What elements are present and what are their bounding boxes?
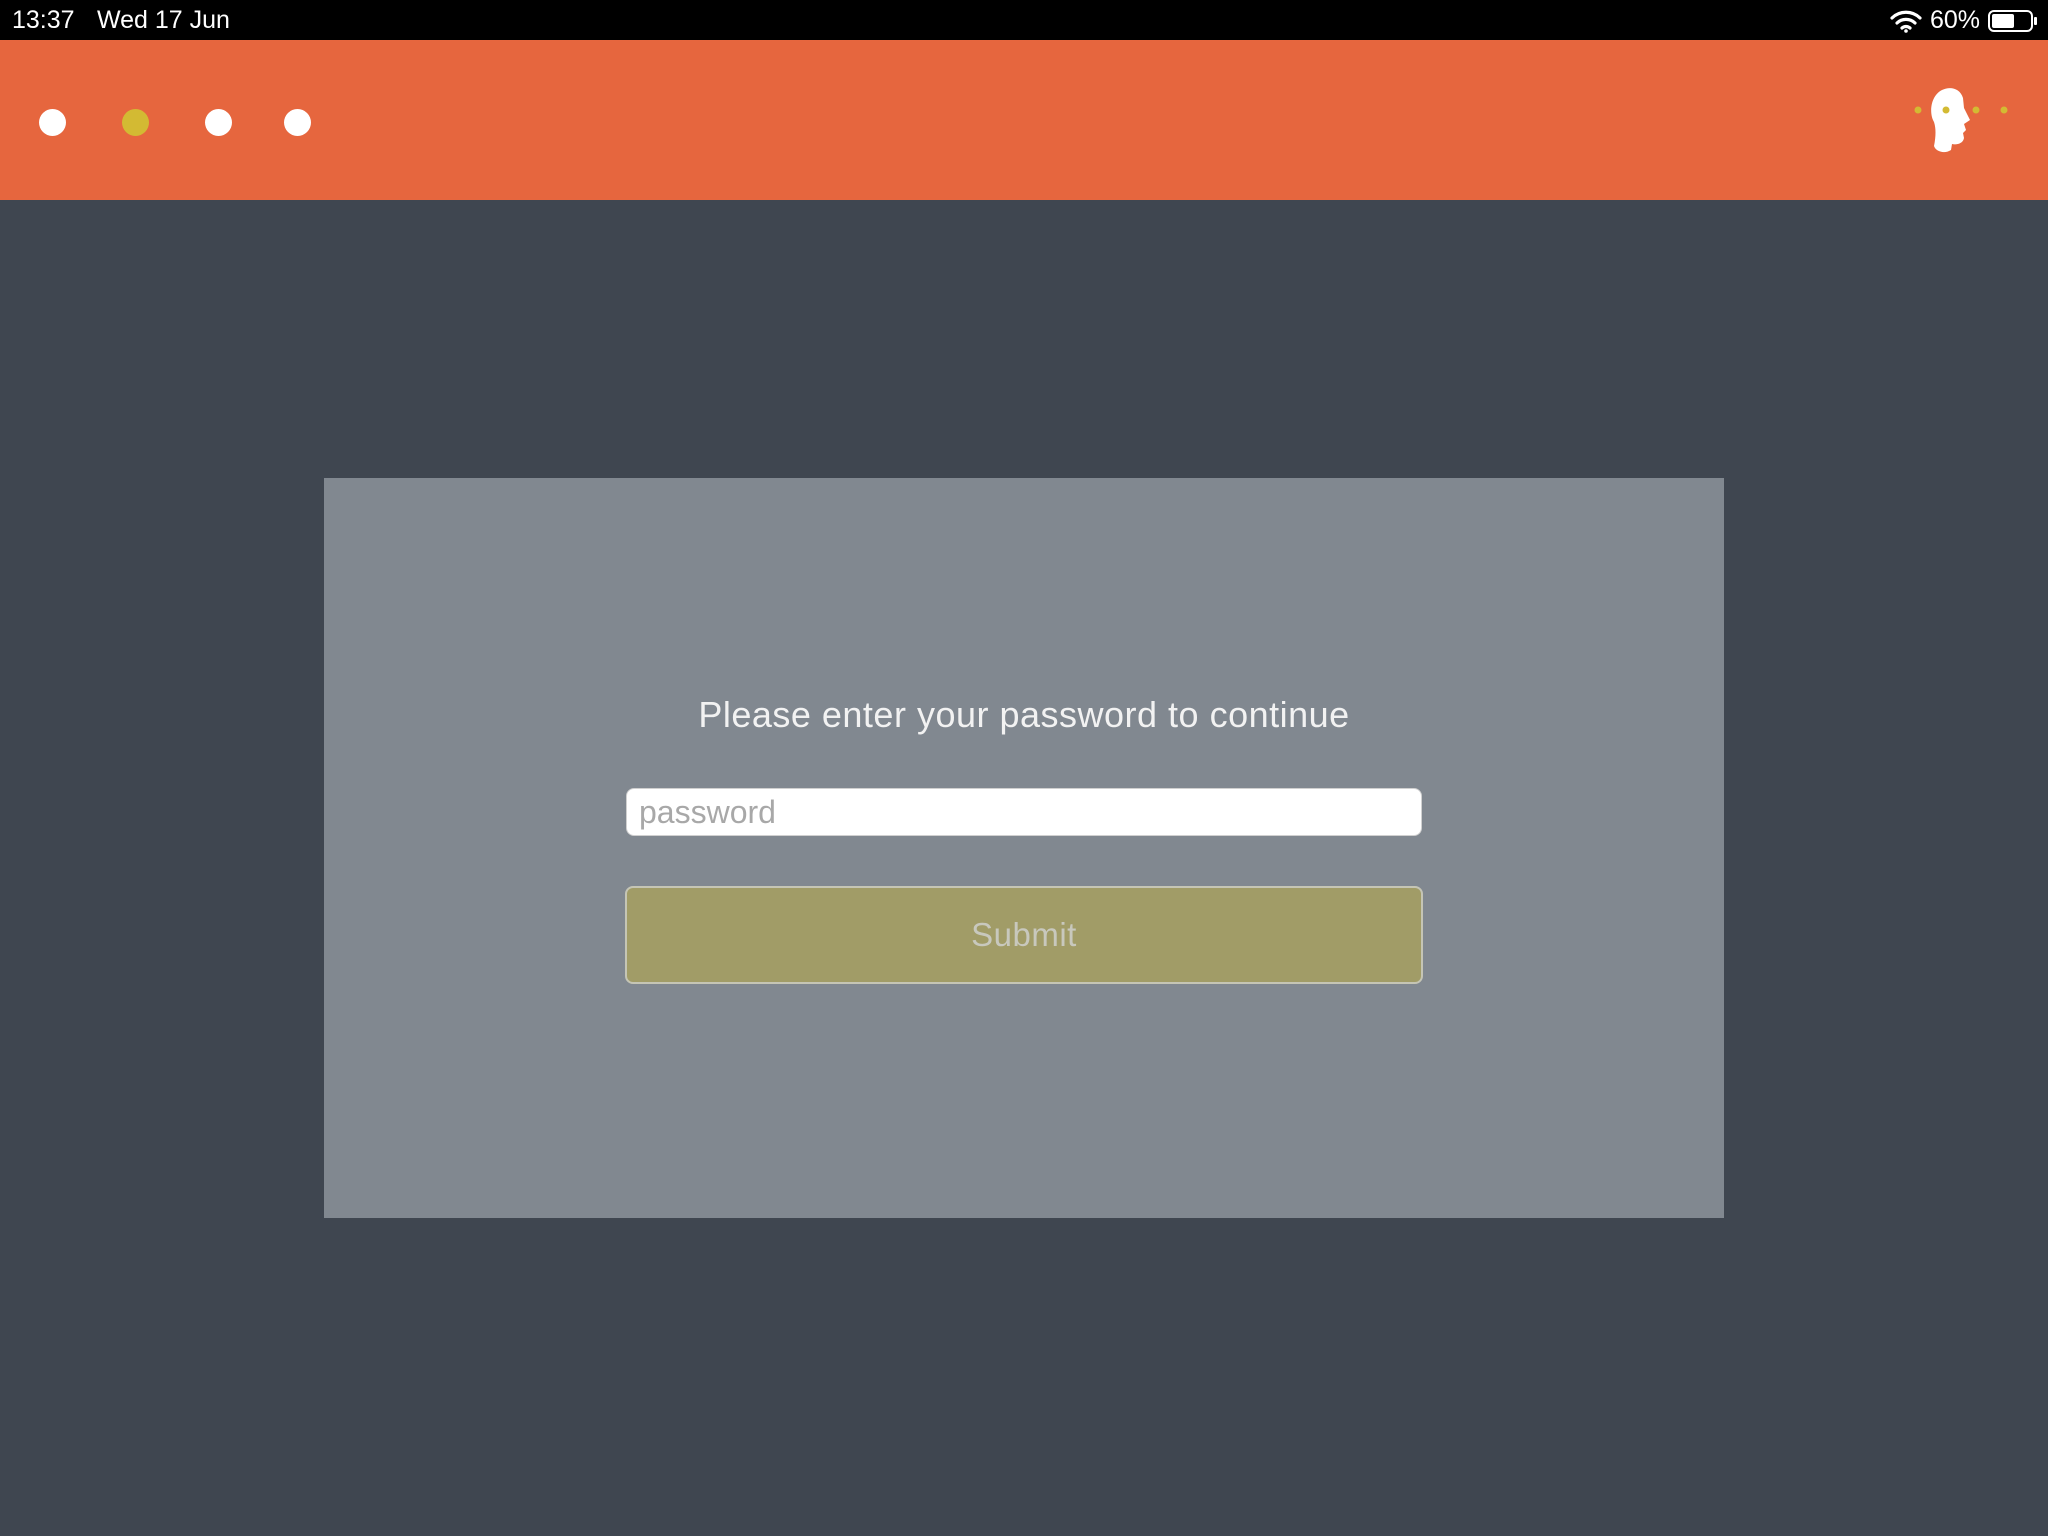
page-dot-3[interactable] bbox=[205, 109, 232, 136]
page-dot-1[interactable] bbox=[39, 109, 66, 136]
page-dot-4[interactable] bbox=[284, 109, 311, 136]
password-input[interactable] bbox=[626, 788, 1422, 836]
status-bar: 13:37 Wed 17 Jun 60% bbox=[0, 0, 2048, 40]
battery-percent: 60% bbox=[1929, 6, 1980, 34]
head-profile-logo-icon bbox=[1912, 84, 2016, 156]
status-indicators: 60% bbox=[1890, 6, 2038, 35]
status-time: 13:37 bbox=[12, 6, 75, 34]
submit-button[interactable]: Submit bbox=[625, 886, 1423, 984]
battery-icon bbox=[1988, 9, 2038, 33]
status-date: Wed 17 Jun bbox=[97, 6, 230, 34]
page-dot-2-active[interactable] bbox=[122, 109, 149, 136]
password-prompt: Please enter your password to continue bbox=[698, 694, 1350, 735]
wifi-icon bbox=[1890, 9, 1922, 33]
login-card: Please enter your password to continue S… bbox=[324, 478, 1724, 1218]
